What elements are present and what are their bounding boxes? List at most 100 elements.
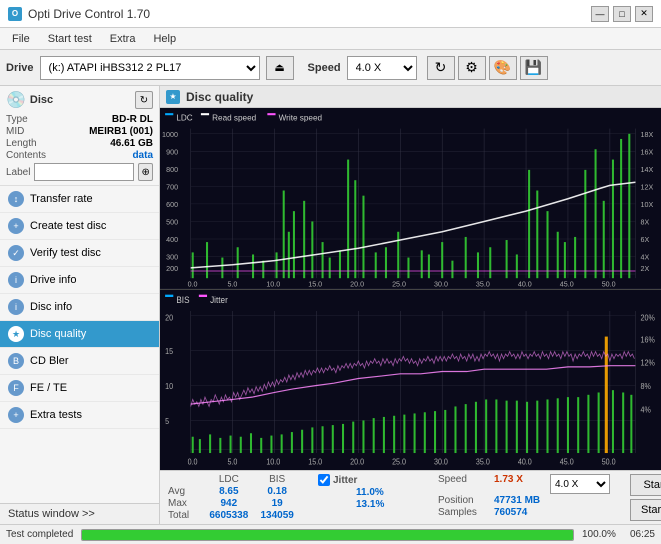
ldc-total-value: 6605338 [203,510,254,521]
disc-contents-value: data [132,150,153,161]
sidebar-item-verify-test-disc[interactable]: ✓ Verify test disc [0,240,159,267]
options-button[interactable]: ⚙ [458,56,486,80]
refresh-button[interactable]: ↻ [427,56,455,80]
sidebar-item-disc-quality[interactable]: ★ Disc quality [0,321,159,348]
jitter-max-value: 13.1% [356,499,384,510]
extra-tests-icon: + [8,407,24,423]
speed-select[interactable]: 4.0 X 8.0 X [347,56,417,80]
menu-start-test[interactable]: Start test [40,31,100,47]
sidebar-item-label-disc-info: Disc info [30,301,72,313]
bis-avg-value: 0.18 [256,486,298,497]
menubar: File Start test Extra Help [0,28,661,50]
jitter-col-label: Jitter [333,475,357,486]
svg-text:500: 500 [166,219,178,227]
content-area: ★ Disc quality LDC Read speed Write s [160,86,661,524]
svg-text:6X: 6X [641,236,650,244]
sidebar: 💿 Disc ↻ Type BD-R DL MID MEIRB1 (001) L… [0,86,160,524]
svg-text:30.0: 30.0 [434,457,448,467]
sidebar-item-extra-tests[interactable]: + Extra tests [0,402,159,429]
speed-stat-select[interactable]: 4.0 X [550,474,610,494]
svg-text:700: 700 [166,183,178,191]
disc-quality-header: ★ Disc quality [160,86,661,108]
disc-type-row: Type BD-R DL [6,114,153,125]
sidebar-item-label-transfer-rate: Transfer rate [30,193,93,205]
titlebar-left: O Opti Drive Control 1.70 [8,7,150,21]
menu-extra[interactable]: Extra [102,31,144,47]
jitter-checkbox[interactable] [318,474,330,486]
stats-total-row: Total 6605338 134059 [168,510,298,521]
sidebar-item-label-verify-test-disc: Verify test disc [30,247,101,259]
svg-text:30.0: 30.0 [434,280,448,288]
disc-contents-row: Contents data [6,150,153,161]
disc-header: 💿 Disc ↻ [6,90,153,110]
svg-text:25.0: 25.0 [392,280,406,288]
color-button[interactable]: 🎨 [489,56,517,80]
sidebar-item-cd-bler[interactable]: B CD Bler [0,348,159,375]
disc-length-value: 46.61 GB [110,138,153,149]
svg-text:Write speed: Write speed [279,113,323,122]
disc-refresh-button[interactable]: ↻ [135,91,153,109]
svg-text:12X: 12X [641,183,654,191]
bottom-chart-svg: BIS Jitter 20 15 10 5 20% 16% 12% 8% 4% [160,290,661,471]
sidebar-item-disc-info[interactable]: i Disc info [0,294,159,321]
maximize-button[interactable]: □ [613,6,631,22]
drivebar: Drive (k:) ATAPI iHBS312 2 PL17 ⏏ Speed … [0,50,661,86]
svg-text:0.0: 0.0 [188,457,198,467]
disc-label-input[interactable] [34,163,134,181]
eject-button[interactable]: ⏏ [266,56,294,80]
position-row: Position 47731 MB [438,495,610,506]
sidebar-item-label-create-test-disc: Create test disc [30,220,106,232]
position-value: 47731 MB [494,495,540,506]
save-button[interactable]: 💾 [520,56,548,80]
sidebar-item-fe-te[interactable]: F FE / TE [0,375,159,402]
svg-text:15.0: 15.0 [308,280,322,288]
jitter-avg-row: 11.0% [318,487,418,498]
status-window[interactable]: Status window >> [0,503,159,524]
progress-percent: 100.0% [582,529,622,540]
minimize-button[interactable]: — [591,6,609,22]
svg-text:16X: 16X [641,148,654,156]
svg-text:8%: 8% [641,381,652,391]
svg-text:45.0: 45.0 [560,280,574,288]
svg-text:35.0: 35.0 [476,280,490,288]
menu-file[interactable]: File [4,31,38,47]
progress-label: Test completed [6,529,73,540]
samples-value: 760574 [494,507,527,518]
ldc-col-label: LDC [203,474,254,485]
svg-text:2X: 2X [641,265,650,273]
start-full-button[interactable]: Start full [630,474,661,496]
sidebar-item-create-test-disc[interactable]: + Create test disc [0,213,159,240]
disc-mid-value: MEIRB1 (001) [89,126,153,137]
speed-position-stats: Speed 1.73 X 4.0 X Position 47731 MB Sam… [438,474,610,518]
svg-text:1000: 1000 [162,131,178,139]
progress-time: 06:25 [630,529,655,540]
disc-label-button[interactable]: ⊕ [138,163,153,181]
close-button[interactable]: ✕ [635,6,653,22]
bottom-chart: BIS Jitter 20 15 10 5 20% 16% 12% 8% 4% [160,290,661,471]
svg-text:LDC: LDC [176,113,192,122]
stats-max-row: Max 942 19 [168,498,298,509]
progress-fill [82,530,573,540]
svg-text:400: 400 [166,236,178,244]
sidebar-item-label-fe-te: FE / TE [30,382,67,394]
start-part-button[interactable]: Start part [630,499,661,521]
speed-label: Speed [308,62,341,74]
status-window-label: Status window >> [8,508,95,520]
svg-text:20: 20 [165,312,173,322]
disc-quality-icon-header: ★ [166,90,180,104]
disc-quality-title: Disc quality [186,90,253,104]
menu-help[interactable]: Help [145,31,184,47]
sidebar-item-label-drive-info: Drive info [30,274,76,286]
svg-text:12%: 12% [641,358,655,368]
progress-bar-container: Test completed 100.0% 06:25 [0,524,661,544]
sidebar-item-transfer-rate[interactable]: ↕ Transfer rate [0,186,159,213]
stats-empty [168,474,201,485]
ldc-max-value: 942 [203,498,254,509]
bis-max-value: 19 [256,498,298,509]
main-area: 💿 Disc ↻ Type BD-R DL MID MEIRB1 (001) L… [0,86,661,524]
drive-select[interactable]: (k:) ATAPI iHBS312 2 PL17 [40,56,260,80]
svg-text:600: 600 [166,201,178,209]
sidebar-item-drive-info[interactable]: i Drive info [0,267,159,294]
disc-contents-label: Contents [6,150,46,161]
verify-test-disc-icon: ✓ [8,245,24,261]
